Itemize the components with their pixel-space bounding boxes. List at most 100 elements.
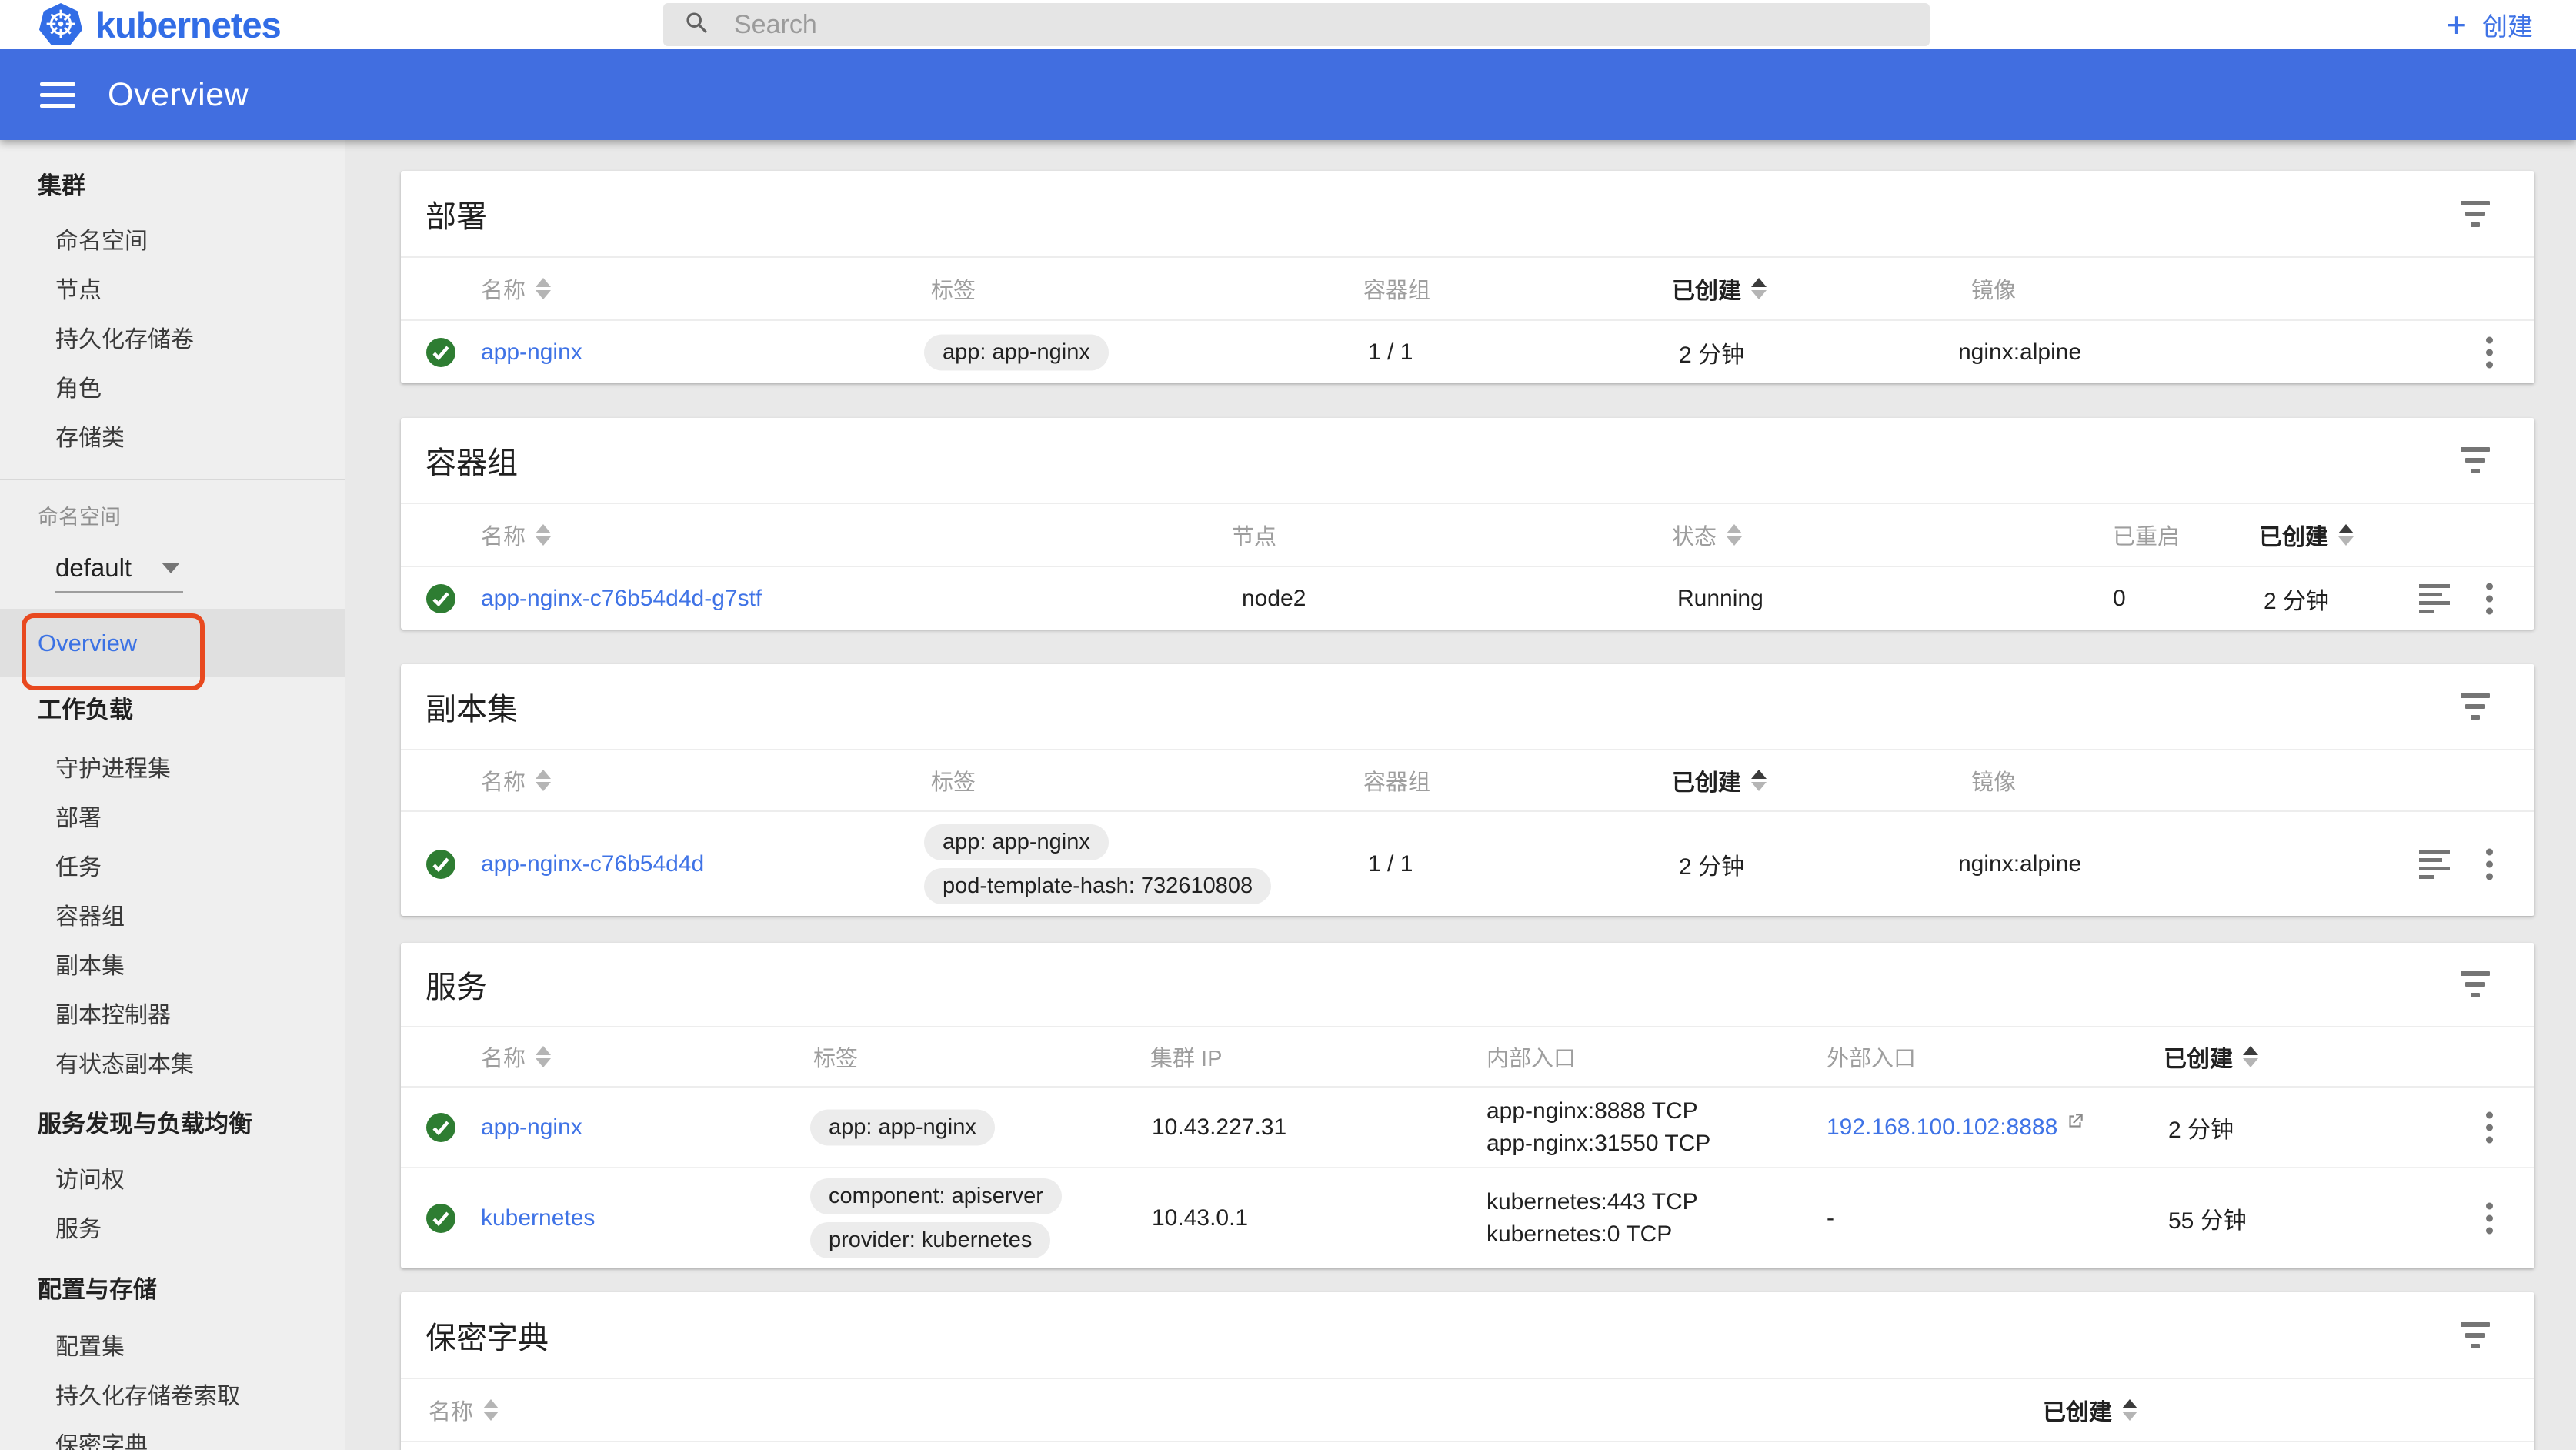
table-row: app-nginx-c76b54d4d-g7stf node2 Running … — [401, 567, 2534, 630]
sidebar-item-namespaces[interactable]: 命名空间 — [0, 217, 345, 266]
main-content: 部署 名称 标签 容器组 已创建 镜像 app-nginx app: app-n… — [345, 140, 2576, 1450]
namespace-select[interactable]: default — [55, 545, 183, 593]
status-ok-icon — [425, 583, 456, 614]
replicasets-title: 副本集 — [425, 684, 518, 729]
sidebar-item-daemon-sets[interactable]: 守护进程集 — [0, 745, 345, 794]
pods-card: 容器组 名称 节点 状态 已重启 已创建 app-nginx-c76b54d4d… — [401, 418, 2534, 630]
column-header-name[interactable]: 名称 — [481, 519, 551, 551]
table-row: app-nginx-c76b54d4d app: app-nginx pod-t… — [401, 812, 2534, 916]
internal-endpoint: kubernetes:443 TCP — [1487, 1189, 1698, 1214]
pods-title: 容器组 — [425, 438, 518, 483]
sidebar-item-replica-sets[interactable]: 副本集 — [0, 942, 345, 991]
age-value: 55 分钟 — [2168, 1201, 2247, 1235]
logs-button[interactable] — [2419, 850, 2450, 879]
filter-icon[interactable] — [2456, 967, 2494, 1002]
cluster-ip-value: 10.43.0.1 — [1152, 1205, 1248, 1231]
plus-icon: + — [2446, 7, 2467, 42]
column-header-name[interactable]: 名称 — [481, 272, 551, 305]
sidebar-item-services[interactable]: 服务 — [0, 1205, 345, 1255]
row-menu-button[interactable] — [2483, 580, 2496, 617]
sidebar-item-nodes[interactable]: 节点 — [0, 266, 345, 316]
sidebar: 集群 命名空间 节点 持久化存储卷 角色 存储类 命名空间 default Ov… — [0, 140, 345, 1450]
chevron-down-icon — [162, 563, 180, 573]
sidebar-item-jobs[interactable]: 任务 — [0, 844, 345, 893]
sidebar-item-storage-classes[interactable]: 存储类 — [0, 414, 345, 463]
sidebar-item-roles[interactable]: 角色 — [0, 365, 345, 414]
table-row: app-nginx app: app-nginx 1 / 1 2 分钟 ngin… — [401, 321, 2534, 383]
row-menu-button[interactable] — [2483, 845, 2496, 883]
replicaset-name-link[interactable]: app-nginx-c76b54d4d — [481, 851, 704, 877]
page-title: Overview — [108, 76, 249, 114]
age-value: 2 分钟 — [1679, 336, 1744, 369]
search-box[interactable] — [663, 3, 1930, 46]
image-value: nginx:alpine — [1958, 339, 2081, 366]
kubernetes-logo-icon — [38, 2, 83, 47]
column-header-labels: 标签 — [931, 272, 976, 305]
column-header-pods: 容器组 — [1363, 272, 1430, 305]
column-header-created[interactable]: 已创建 — [1672, 763, 1767, 797]
search-input[interactable] — [734, 10, 1811, 40]
filter-icon[interactable] — [2456, 689, 2494, 724]
node-value: node2 — [1242, 586, 1306, 612]
image-value: nginx:alpine — [1958, 851, 2081, 877]
status-ok-icon — [425, 1203, 456, 1234]
deployment-name-link[interactable]: app-nginx — [481, 339, 582, 366]
filter-icon[interactable] — [2456, 196, 2494, 232]
column-header-name[interactable]: 名称 — [429, 1394, 499, 1426]
column-header-images: 镜像 — [1971, 272, 2016, 305]
column-header-created[interactable]: 已创建 — [2164, 1040, 2258, 1074]
sidebar-item-stateful-sets[interactable]: 有状态副本集 — [0, 1041, 345, 1090]
sidebar-item-persistent-volumes[interactable]: 持久化存储卷 — [0, 316, 345, 365]
service-name-link[interactable]: kubernetes — [481, 1205, 595, 1231]
kubernetes-brand[interactable]: kubernetes — [38, 0, 281, 49]
sidebar-item-pods[interactable]: 容器组 — [0, 893, 345, 942]
namespace-value: default — [55, 553, 132, 583]
column-header-status[interactable]: 状态 — [1672, 519, 1742, 551]
topbar: kubernetes + 创建 — [0, 0, 2576, 49]
column-header-images: 镜像 — [1971, 764, 2016, 797]
cluster-ip-value: 10.43.227.31 — [1152, 1114, 1286, 1141]
sidebar-item-overview[interactable]: Overview — [0, 609, 345, 677]
column-header-restarts: 已重启 — [2113, 519, 2180, 551]
pods-count: 1 / 1 — [1368, 851, 1413, 877]
external-endpoint-empty: - — [1827, 1205, 1834, 1231]
pod-name-link[interactable]: app-nginx-c76b54d4d-g7stf — [481, 586, 762, 612]
sidebar-item-pvc[interactable]: 持久化存储卷索取 — [0, 1372, 345, 1422]
sidebar-item-secrets[interactable]: 保密字典 — [0, 1422, 345, 1450]
sidebar-header-discovery: 服务发现与负载均衡 — [0, 1100, 345, 1149]
label-chip: app: app-nginx — [924, 334, 1109, 370]
row-menu-button[interactable] — [2483, 1108, 2496, 1146]
column-header-created[interactable]: 已创建 — [1672, 272, 1767, 306]
column-header-created[interactable]: 已创建 — [2259, 518, 2354, 552]
deployments-title: 部署 — [425, 192, 487, 236]
sidebar-item-deployments[interactable]: 部署 — [0, 794, 345, 844]
internal-endpoint: app-nginx:31550 TCP — [1487, 1131, 1710, 1156]
sidebar-header-config: 配置与存储 — [0, 1265, 345, 1315]
namespace-label: 命名空间 — [0, 493, 345, 542]
sidebar-header-workloads: 工作负载 — [0, 686, 345, 735]
secrets-card: 保密字典 名称 已创建 — [401, 1292, 2534, 1450]
row-menu-button[interactable] — [2483, 1200, 2496, 1238]
services-card: 服务 名称 标签 集群 IP 内部入口 外部入口 已创建 app-nginx a… — [401, 943, 2534, 1268]
sidebar-item-ingresses[interactable]: 访问权 — [0, 1156, 345, 1205]
column-header-internal: 内部入口 — [1487, 1041, 1576, 1073]
restarts-value: 0 — [2113, 586, 2126, 612]
external-endpoint-link[interactable]: 192.168.100.102:8888 — [1827, 1114, 2057, 1141]
filter-icon[interactable] — [2456, 1318, 2494, 1353]
status-ok-icon — [425, 1112, 456, 1143]
menu-button[interactable] — [40, 82, 75, 108]
filter-icon[interactable] — [2456, 443, 2494, 478]
column-header-cluster-ip: 集群 IP — [1150, 1041, 1222, 1073]
label-chip: provider: kubernetes — [810, 1222, 1050, 1258]
column-header-created[interactable]: 已创建 — [2043, 1393, 2137, 1427]
create-button[interactable]: + 创建 — [2446, 0, 2533, 49]
brand-wordmark: kubernetes — [95, 4, 281, 46]
sidebar-item-replication-controllers[interactable]: 副本控制器 — [0, 991, 345, 1041]
sidebar-item-config-maps[interactable]: 配置集 — [0, 1323, 345, 1372]
column-header-name[interactable]: 名称 — [481, 764, 551, 797]
service-name-link[interactable]: app-nginx — [481, 1114, 582, 1141]
row-menu-button[interactable] — [2483, 333, 2496, 371]
internal-endpoint: app-nginx:8888 TCP — [1487, 1098, 1698, 1124]
column-header-name[interactable]: 名称 — [481, 1041, 551, 1073]
logs-button[interactable] — [2419, 584, 2450, 613]
